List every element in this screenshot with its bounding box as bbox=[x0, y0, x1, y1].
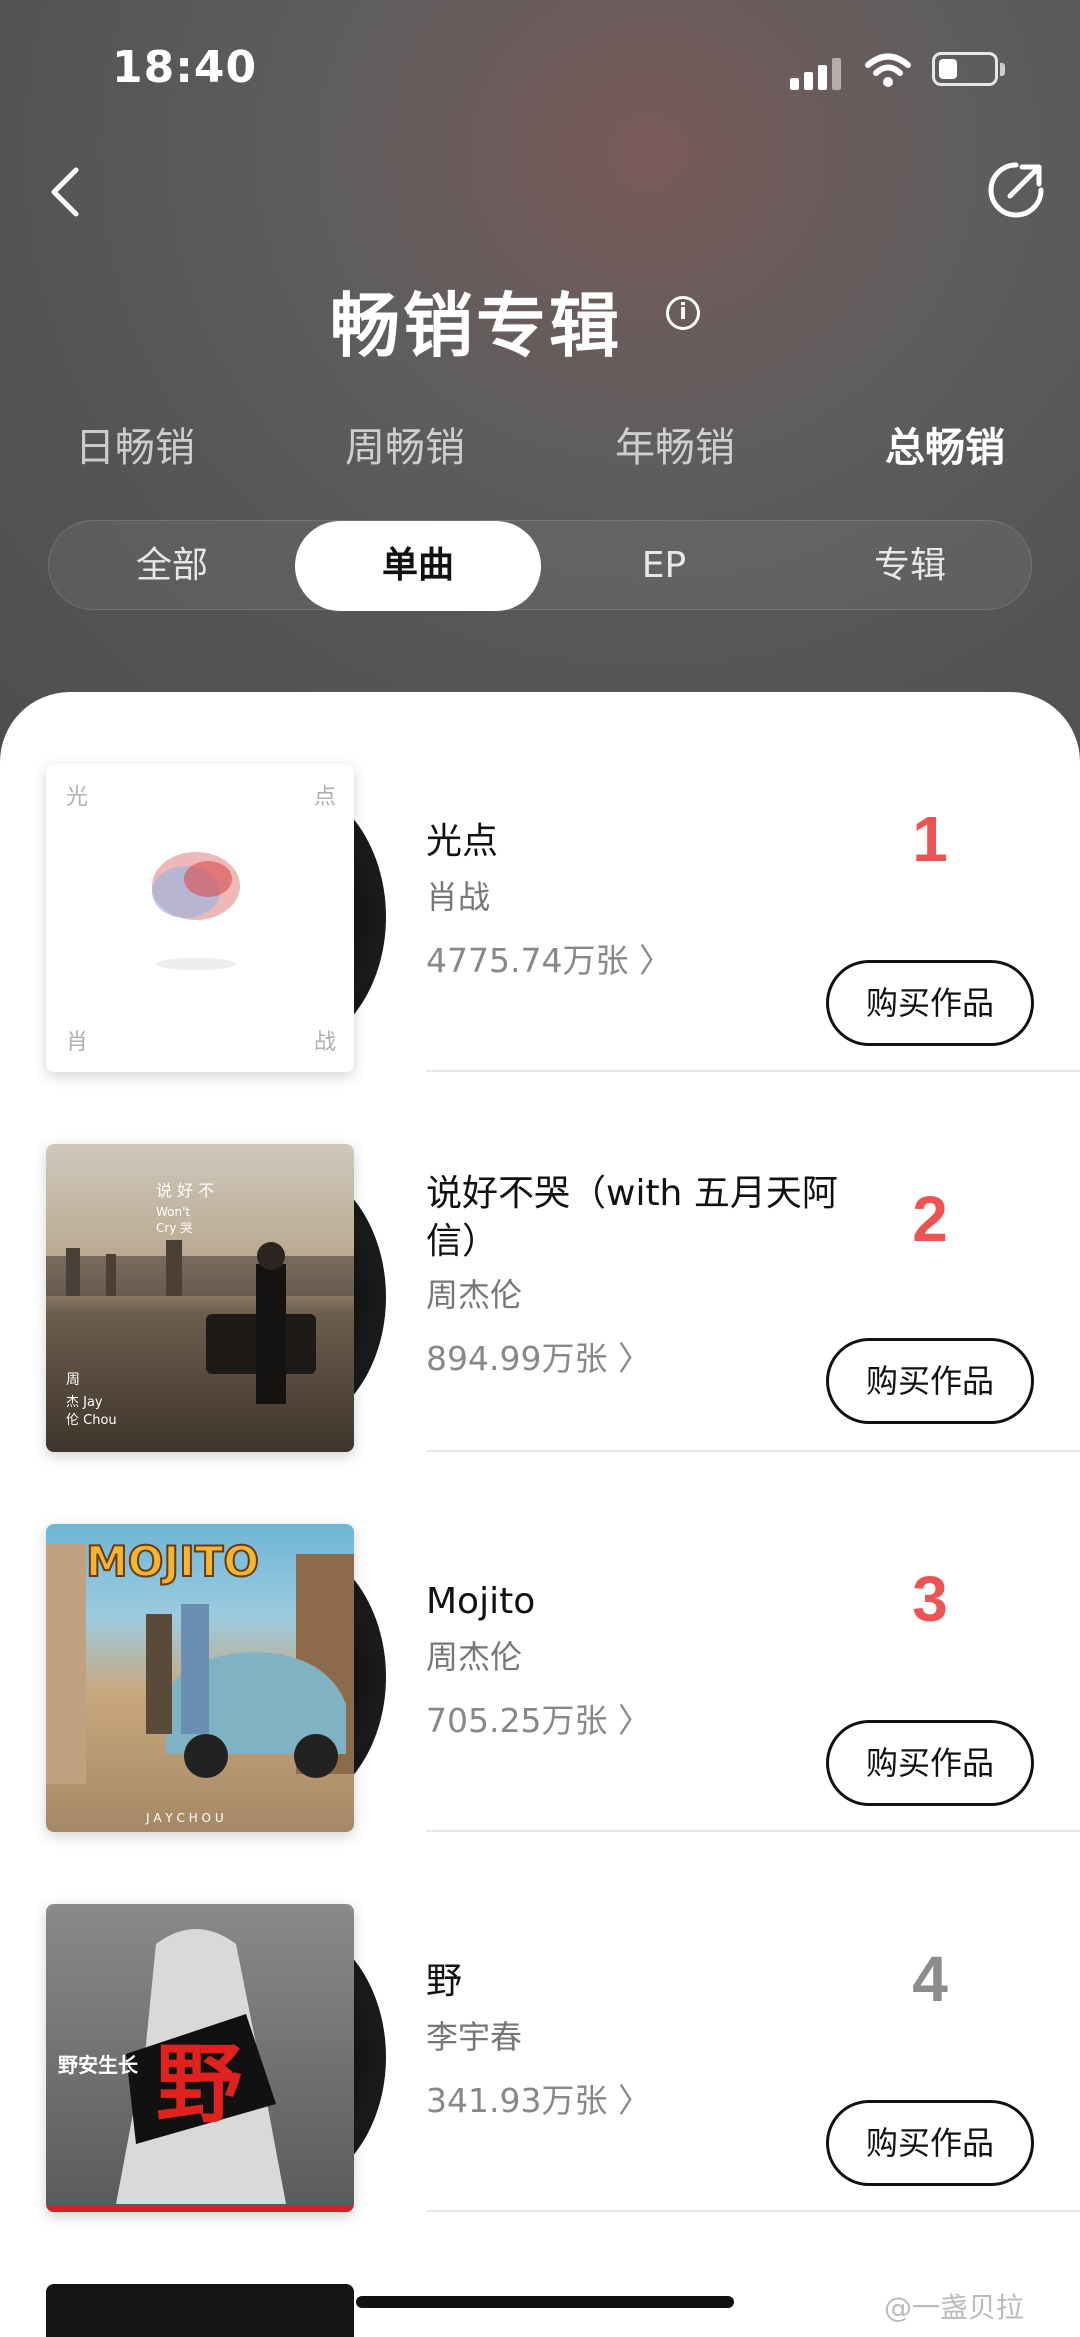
chevron-right-icon: 〉 bbox=[617, 1339, 651, 1378]
rank-number: 4 bbox=[912, 1943, 948, 2015]
buy-button[interactable]: 购买作品 bbox=[826, 1338, 1034, 1424]
chevron-right-icon: 〉 bbox=[617, 2081, 651, 2120]
item-title[interactable]: Mojito bbox=[426, 1578, 846, 1626]
battery-icon bbox=[932, 52, 998, 86]
share-icon[interactable] bbox=[986, 160, 1046, 220]
chevron-right-icon: 〉 bbox=[617, 1701, 651, 1740]
cover-artwork: 野 野安生长 bbox=[46, 1929, 354, 2212]
svg-text:Won't: Won't bbox=[156, 1205, 190, 1219]
item-sales[interactable]: 705.25万张 〉 bbox=[426, 1694, 651, 1742]
svg-text:伦 Chou: 伦 Chou bbox=[66, 1413, 117, 1428]
cover-text-tl: 光 bbox=[66, 785, 88, 810]
item-sales[interactable]: 894.99万张 〉 bbox=[426, 1332, 651, 1380]
buy-button[interactable]: 购买作品 bbox=[826, 960, 1034, 1046]
cover-art: 光 点 肖 战 bbox=[46, 764, 354, 1072]
cover-art: MOJITO J A Y C H O U bbox=[46, 1524, 354, 1832]
rank-number: 2 bbox=[912, 1183, 948, 1255]
cover-text-footer: J A Y C H O U bbox=[145, 1811, 224, 1825]
cover-text-title: MOJITO bbox=[86, 1537, 259, 1586]
home-indicator[interactable] bbox=[356, 2296, 734, 2308]
item-sales[interactable]: 4775.74万张 〉 bbox=[426, 934, 672, 982]
type-tabs: 全部 单曲 EP 专辑 bbox=[48, 520, 1033, 611]
cover-art: 说 好 不 Won't Cry 哭 周 杰 Jay 伦 Chou bbox=[46, 1144, 354, 1452]
item-artist[interactable]: 李宇春 bbox=[426, 2012, 522, 2058]
tab-daily[interactable]: 日畅销 bbox=[35, 415, 235, 473]
cover-text-bl: 肖 bbox=[66, 1030, 88, 1055]
item-artist[interactable]: 周杰伦 bbox=[426, 1270, 522, 1316]
album-cover[interactable]: MOJITO J A Y C H O U bbox=[46, 1524, 386, 1832]
page-title: 畅销专辑 bbox=[330, 285, 622, 367]
signal-icon bbox=[790, 56, 844, 90]
tab-singles[interactable]: 单曲 bbox=[295, 521, 541, 611]
chart-list: 光 点 肖 战 光点 肖战 4775.74万张 〉 1 购买作品 说 好 不 W… bbox=[0, 692, 1080, 2337]
battery-tip bbox=[1000, 63, 1005, 76]
period-tabs: 日畅销 周畅销 年畅销 总畅销 bbox=[0, 415, 1080, 475]
tab-yearly[interactable]: 年畅销 bbox=[575, 415, 775, 473]
sales-value: 705.25万张 bbox=[426, 1701, 608, 1740]
buy-button[interactable]: 购买作品 bbox=[826, 1720, 1034, 1806]
wifi-icon bbox=[865, 53, 911, 87]
watermark: @一盏贝拉 bbox=[884, 2291, 1025, 2324]
status-bar: 18:40 bbox=[0, 0, 1080, 140]
album-cover[interactable]: 野 野安生长 bbox=[46, 1904, 386, 2212]
list-item[interactable]: 光 点 肖 战 光点 肖战 4775.74万张 〉 1 购买作品 bbox=[0, 692, 1080, 1072]
chevron-right-icon: 〉 bbox=[638, 941, 672, 980]
buy-button[interactable]: 购买作品 bbox=[826, 2100, 1034, 2186]
item-artist[interactable]: 肖战 bbox=[426, 872, 490, 918]
svg-text:杰 Jay: 杰 Jay bbox=[66, 1395, 103, 1410]
info-icon[interactable]: i bbox=[666, 296, 700, 330]
album-cover[interactable]: 说 好 不 Won't Cry 哭 周 杰 Jay 伦 Chou bbox=[46, 1144, 386, 1452]
list-item[interactable]: 说 好 不 Won't Cry 哭 周 杰 Jay 伦 Chou 说好不哭（wi… bbox=[0, 1072, 1080, 1452]
svg-text:Cry 哭: Cry 哭 bbox=[156, 1221, 192, 1235]
list-item[interactable]: 野 野安生长 野 李宇春 341.93万张 〉 4 购买作品 bbox=[0, 1832, 1080, 2212]
tab-ep[interactable]: EP bbox=[541, 521, 787, 611]
sales-value: 4775.74万张 bbox=[426, 941, 629, 980]
tab-weekly[interactable]: 周畅销 bbox=[305, 415, 505, 473]
status-time: 18:40 bbox=[112, 42, 258, 93]
cover-artwork: 说 好 不 Won't Cry 哭 周 杰 Jay 伦 Chou bbox=[46, 1181, 354, 1428]
item-title[interactable]: 光点 bbox=[426, 818, 846, 866]
cover-text-side: 野安生长 bbox=[58, 2053, 139, 2077]
cover-art: 野 野安生长 bbox=[46, 1904, 354, 2212]
back-icon[interactable] bbox=[40, 160, 90, 220]
cover-artwork: 光 点 肖 战 bbox=[66, 785, 336, 1055]
cover-text-tr: 点 bbox=[314, 785, 336, 810]
cover-text-title: 说 好 不 bbox=[156, 1181, 214, 1200]
sales-value: 341.93万张 bbox=[426, 2081, 608, 2120]
rank-number: 3 bbox=[912, 1563, 948, 1635]
cover-text-artist: 周 bbox=[66, 1372, 80, 1388]
cover-artwork: MOJITO J A Y C H O U bbox=[46, 1536, 354, 1825]
tab-all[interactable]: 全部 bbox=[49, 521, 295, 611]
item-artist[interactable]: 周杰伦 bbox=[426, 1632, 522, 1678]
item-title[interactable]: 野 bbox=[426, 1958, 846, 2006]
tab-all-time[interactable]: 总畅销 bbox=[845, 415, 1045, 473]
cover-text-br: 战 bbox=[314, 1030, 336, 1055]
sales-value: 894.99万张 bbox=[426, 1339, 608, 1378]
rank-number: 1 bbox=[912, 803, 948, 875]
tab-albums[interactable]: 专辑 bbox=[787, 521, 1033, 611]
cover-text-title: 野 bbox=[156, 2035, 242, 2135]
item-title[interactable]: 说好不哭（with 五月天阿信） bbox=[426, 1170, 846, 1266]
list-item[interactable]: MOJITO J A Y C H O U Mojito 周杰伦 705.25万张… bbox=[0, 1452, 1080, 1832]
divider bbox=[426, 2210, 1080, 2212]
item-sales[interactable]: 341.93万张 〉 bbox=[426, 2074, 651, 2122]
next-album-cover[interactable] bbox=[46, 2284, 354, 2337]
album-cover[interactable]: 光 点 肖 战 bbox=[46, 764, 386, 1072]
